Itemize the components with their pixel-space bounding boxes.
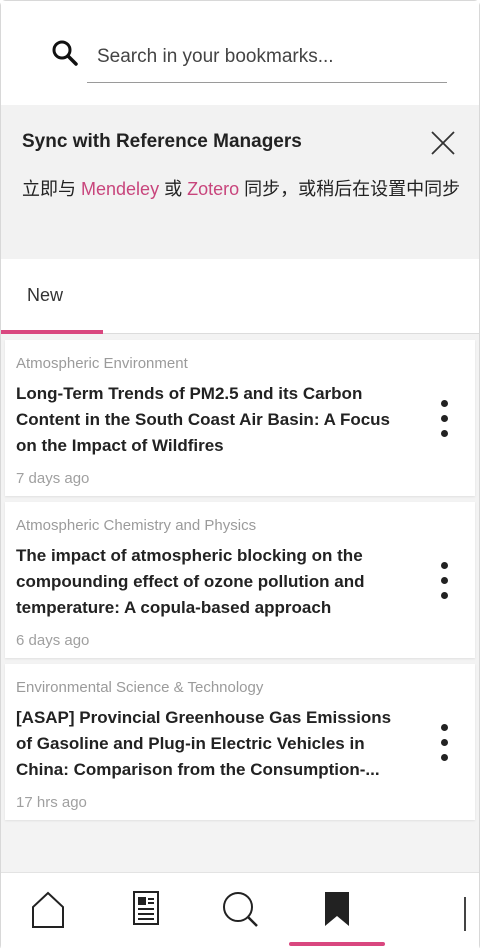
- article-source: Atmospheric Chemistry and Physics: [16, 517, 257, 534]
- tab-new[interactable]: New: [1, 259, 103, 334]
- tab-new-label: New: [27, 285, 64, 305]
- sync-text-or: 或: [159, 179, 188, 199]
- news-icon[interactable]: [121, 887, 171, 931]
- sync-title: Sync with Reference Managers: [22, 131, 302, 152]
- more-options-icon[interactable]: [434, 562, 454, 602]
- article-source: Atmospheric Environment: [16, 355, 188, 372]
- zotero-link[interactable]: Zotero: [187, 179, 239, 199]
- search-icon[interactable]: [51, 39, 79, 67]
- article-title[interactable]: The impact of atmospheric blocking on th…: [16, 543, 411, 621]
- bookmark-icon[interactable]: [312, 887, 362, 931]
- search-bar: [1, 1, 479, 105]
- scroll-handle: [464, 897, 466, 931]
- article-source: Environmental Science & Technology: [16, 679, 264, 696]
- article-time: 17 hrs ago: [16, 794, 87, 811]
- more-options-icon[interactable]: [434, 724, 454, 764]
- search-icon[interactable]: [215, 887, 265, 931]
- list-item[interactable]: Environmental Science & Technology [ASAP…: [5, 664, 475, 820]
- bottom-nav: [1, 872, 479, 951]
- article-title[interactable]: Long-Term Trends of PM2.5 and its Carbon…: [16, 381, 411, 459]
- list-item[interactable]: Atmospheric Chemistry and Physics The im…: [5, 502, 475, 658]
- article-title[interactable]: [ASAP] Provincial Greenhouse Gas Emissio…: [16, 705, 411, 783]
- sync-text-suffix: 同步，或稍后在设置中同步: [239, 179, 461, 199]
- list-item[interactable]: Atmospheric Environment Long-Term Trends…: [5, 340, 475, 496]
- nav-active-indicator: [289, 942, 385, 946]
- sync-text-prefix: 立即与: [22, 179, 82, 199]
- more-options-icon[interactable]: [434, 400, 454, 440]
- close-icon[interactable]: [429, 129, 457, 157]
- home-icon[interactable]: [23, 887, 73, 931]
- article-time: 7 days ago: [16, 470, 90, 487]
- sync-description: 立即与 Mendeley 或 Zotero 同步，或稍后在设置中同步: [22, 173, 462, 206]
- search-input[interactable]: [87, 31, 447, 83]
- tab-bar: New: [1, 259, 479, 334]
- mendeley-link[interactable]: Mendeley: [81, 179, 159, 199]
- article-time: 6 days ago: [16, 632, 90, 649]
- article-list: Atmospheric Environment Long-Term Trends…: [1, 334, 479, 872]
